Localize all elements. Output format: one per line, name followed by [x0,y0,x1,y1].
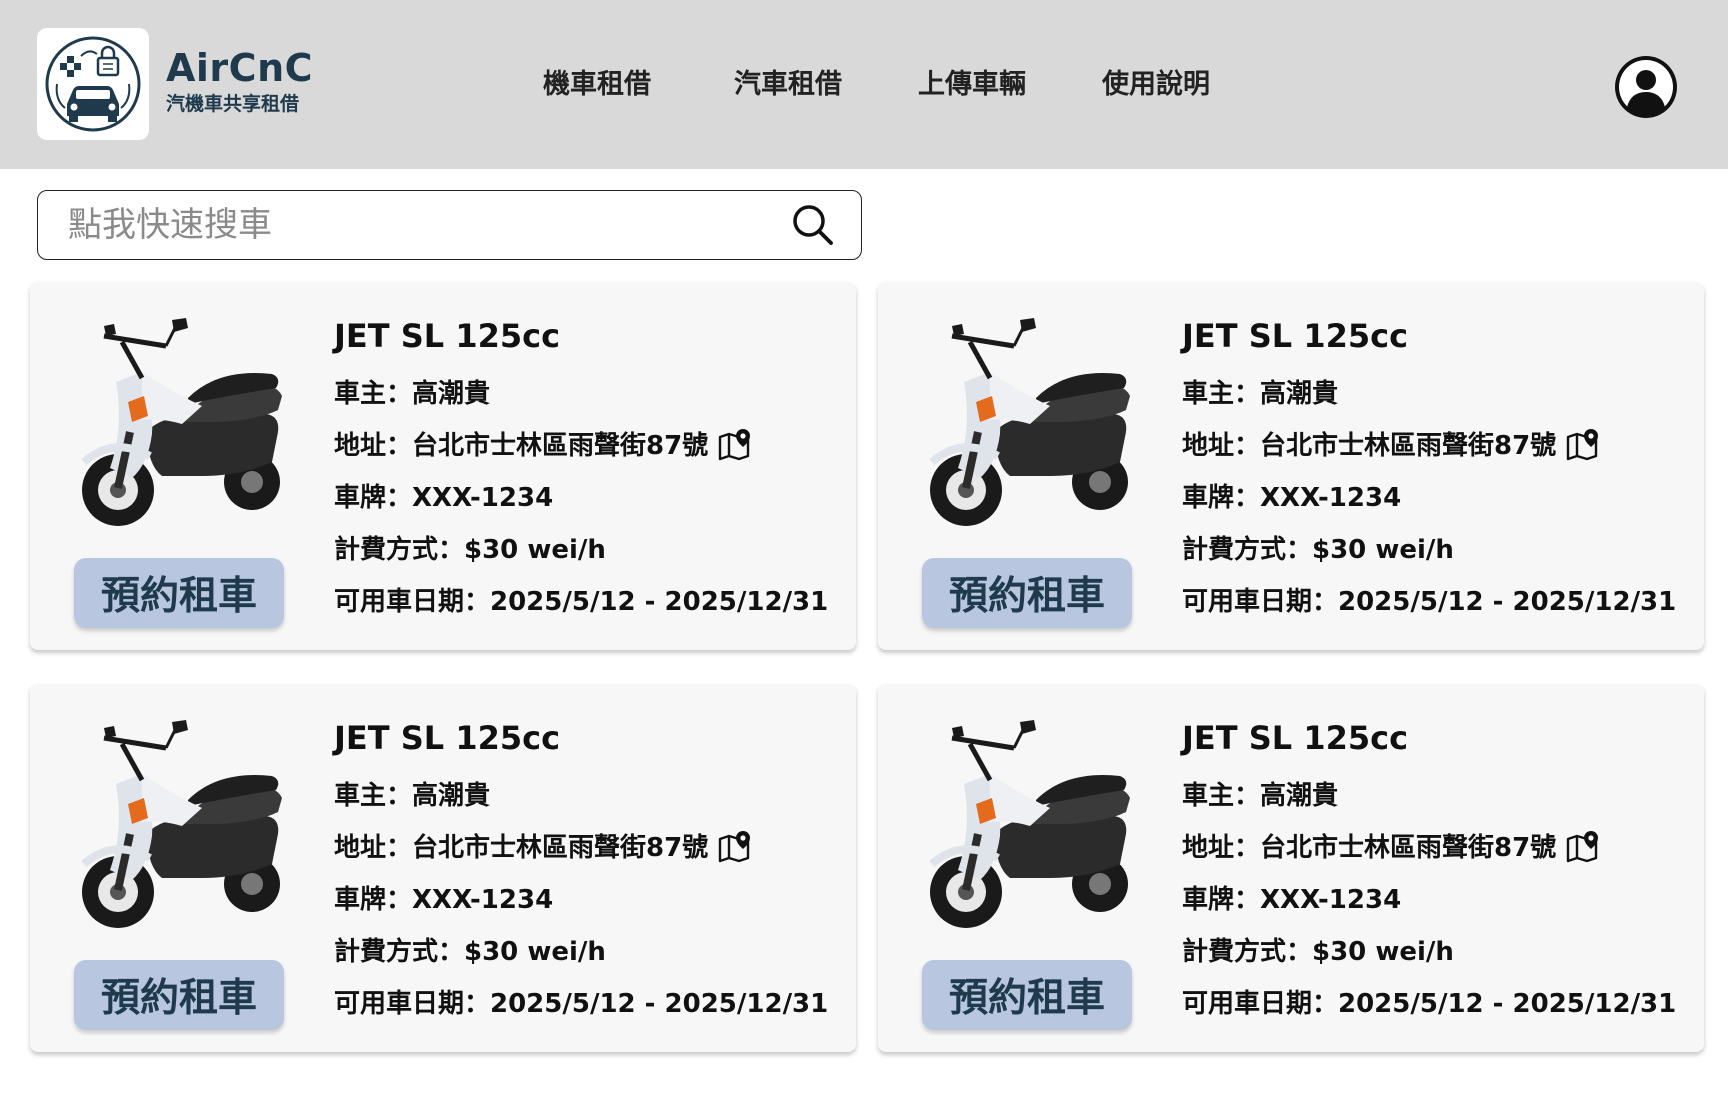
available-dates-text: 可用車日期：2025/5/12 - 2025/12/31 [334,587,829,617]
book-rental-button[interactable]: 預約租車 [74,960,284,1030]
search-input[interactable] [68,201,768,249]
book-rental-button[interactable]: 預約租車 [922,960,1132,1030]
listing-card: 預約租車 JET SL 125cc 車主：高潮貴 地址：台北市士林區雨聲街87號… [878,684,1704,1052]
vehicle-name: JET SL 125cc [334,317,561,355]
user-avatar-icon[interactable] [1615,56,1677,118]
vehicle-name: JET SL 125cc [1182,719,1409,757]
available-dates-text: 可用車日期：2025/5/12 - 2025/12/31 [1182,989,1677,1019]
brand-tagline: 汽機車共享租借 [166,93,300,115]
fee-text: 計費方式：$30 wei/h [1182,535,1454,565]
address-row: 地址：台北市士林區雨聲街87號 [1182,420,1676,472]
listing-card: 預約租車 JET SL 125cc 車主：高潮貴 地址：台北市士林區雨聲街87號… [30,684,856,1052]
brand-name: AirCnC [166,46,314,90]
listing-info: JET SL 125cc 車主：高潮貴 地址：台北市士林區雨聲街87號 車牌：X… [1182,316,1676,628]
map-pin-icon[interactable] [1566,429,1600,463]
fee-text: 計費方式：$30 wei/h [334,535,606,565]
address-text: 地址：台北市士林區雨聲街87號 [1182,833,1557,863]
map-pin-icon[interactable] [718,831,752,865]
listing-info: JET SL 125cc 車主：高潮貴 地址：台北市士林區雨聲街87號 車牌：X… [1182,718,1676,1030]
owner-text: 車主：高潮貴 [334,781,491,811]
available-dates-text: 可用車日期：2025/5/12 - 2025/12/31 [334,989,829,1019]
scooter-image [76,714,292,934]
nav-upload-vehicle[interactable]: 上傳車輛 [918,66,1026,104]
fee-text: 計費方式：$30 wei/h [334,937,606,967]
logo[interactable] [37,28,149,140]
scooter-image [924,714,1140,934]
scooter-image [76,312,292,532]
address-row: 地址：台北市士林區雨聲街87號 [1182,822,1676,874]
address-text: 地址：台北市士林區雨聲街87號 [334,833,709,863]
car-share-logo-icon [45,36,141,132]
address-text: 地址：台北市士林區雨聲街87號 [1182,431,1557,461]
address-text: 地址：台北市士林區雨聲街87號 [334,431,709,461]
listing-card: 預約租車 JET SL 125cc 車主：高潮貴 地址：台北市士林區雨聲街87號… [878,282,1704,650]
search-bar [37,190,862,260]
available-dates-text: 可用車日期：2025/5/12 - 2025/12/31 [1182,587,1677,617]
fee-text: 計費方式：$30 wei/h [1182,937,1454,967]
address-row: 地址：台北市士林區雨聲街87號 [334,420,828,472]
listing-info: JET SL 125cc 車主：高潮貴 地址：台北市士林區雨聲街87號 車牌：X… [334,718,828,1030]
nav-scooter-rental[interactable]: 機車租借 [543,66,651,104]
brand: AirCnC 汽機車共享租借 [166,46,313,116]
book-rental-button[interactable]: 預約租車 [74,558,284,628]
owner-text: 車主：高潮貴 [1182,781,1339,811]
search-icon[interactable] [792,204,834,246]
scooter-image [924,312,1140,532]
address-row: 地址：台北市士林區雨聲街87號 [334,822,828,874]
top-header: AirCnC 汽機車共享租借 機車租借 汽車租借 上傳車輛 使用說明 [0,0,1728,169]
map-pin-icon[interactable] [718,429,752,463]
map-pin-icon[interactable] [1566,831,1600,865]
owner-text: 車主：高潮貴 [334,379,491,409]
nav-car-rental[interactable]: 汽車租借 [734,66,842,104]
owner-text: 車主：高潮貴 [1182,379,1339,409]
plate-text: 車牌：XXX-1234 [334,885,554,915]
nav-user-guide[interactable]: 使用說明 [1102,66,1210,104]
plate-text: 車牌：XXX-1234 [334,483,554,513]
plate-text: 車牌：XXX-1234 [1182,483,1402,513]
plate-text: 車牌：XXX-1234 [1182,885,1402,915]
vehicle-name: JET SL 125cc [334,719,561,757]
book-rental-button[interactable]: 預約租車 [922,558,1132,628]
vehicle-name: JET SL 125cc [1182,317,1409,355]
listing-info: JET SL 125cc 車主：高潮貴 地址：台北市士林區雨聲街87號 車牌：X… [334,316,828,628]
listing-card: 預約租車 JET SL 125cc 車主：高潮貴 地址：台北市士林區雨聲街87號… [30,282,856,650]
